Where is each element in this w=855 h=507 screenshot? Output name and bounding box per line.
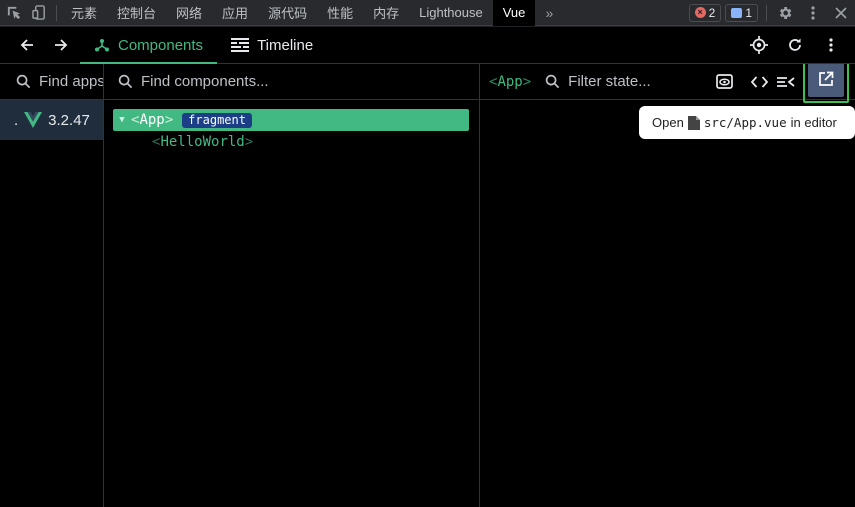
- components-icon: [95, 39, 109, 52]
- component-breadcrumb[interactable]: <App>: [489, 74, 531, 90]
- state-filter-row[interactable]: Filter state...: [545, 73, 651, 90]
- refresh-icon[interactable]: [777, 27, 813, 64]
- more-tabs-button[interactable]: »: [535, 0, 563, 26]
- scroll-to-component-eye-icon[interactable]: [707, 64, 742, 100]
- app-list-item[interactable]: . 3.2.47: [0, 100, 103, 140]
- tab-memory[interactable]: 内存: [363, 0, 409, 26]
- device-toggle-icon[interactable]: [26, 0, 52, 26]
- app-item-prefix: .: [14, 111, 19, 129]
- inspect-dom-icon[interactable]: [777, 64, 803, 100]
- apps-search-input[interactable]: Find apps...: [39, 73, 103, 90]
- state-tool-icons: [707, 64, 855, 103]
- divider: [766, 4, 767, 21]
- back-arrow-icon[interactable]: [10, 27, 44, 64]
- open-in-editor-tooltip: Open src/App.vue in editor: [639, 106, 855, 139]
- devtools-window: 元素 控制台 网络 应用 源代码 性能 内存 Lighthouse Vue » …: [0, 0, 855, 507]
- tab-components[interactable]: Components: [80, 27, 218, 64]
- tab-sources[interactable]: 源代码: [258, 0, 317, 26]
- state-filter-input[interactable]: Filter state...: [568, 73, 651, 90]
- apps-pane: Find apps... . 3.2.47: [0, 64, 104, 507]
- tab-application[interactable]: 应用: [212, 0, 258, 26]
- inspect-element-icon[interactable]: [0, 0, 26, 26]
- search-icon: [545, 74, 560, 89]
- code-icon[interactable]: [742, 64, 777, 100]
- file-icon: [687, 115, 700, 130]
- timeline-icon: [231, 38, 250, 52]
- error-count: 2: [708, 5, 716, 20]
- component-tree: ▼ < App > fragment < HelloWorld >: [104, 100, 479, 153]
- apps-search-row[interactable]: Find apps...: [0, 64, 103, 100]
- tooltip-file-path: src/App.vue: [703, 115, 787, 130]
- nav-right-controls: [741, 27, 855, 64]
- message-icon: [731, 7, 743, 18]
- components-search-row[interactable]: Find components...: [104, 64, 479, 100]
- divider: [56, 4, 57, 21]
- vue-devtools-nav: Components Timeline: [0, 27, 855, 64]
- tab-lighthouse[interactable]: Lighthouse: [409, 0, 493, 26]
- tooltip-open-label: Open: [652, 115, 684, 130]
- forward-arrow-icon[interactable]: [44, 27, 78, 64]
- message-count: 1: [745, 5, 752, 20]
- vue-logo-icon: [24, 112, 43, 128]
- tooltip-suffix: in editor: [790, 115, 837, 130]
- tab-timeline[interactable]: Timeline: [217, 27, 327, 64]
- tab-vue[interactable]: Vue: [492, 0, 536, 26]
- error-icon: ×: [694, 7, 706, 18]
- tab-timeline-label: Timeline: [257, 36, 314, 54]
- vue-version: 3.2.47: [48, 111, 90, 129]
- more-options-icon[interactable]: [799, 0, 827, 26]
- state-toolbar: <App> Filter state...: [480, 64, 855, 103]
- select-component-target-icon[interactable]: [741, 27, 777, 64]
- component-name: App: [139, 112, 165, 128]
- message-count-badge[interactable]: 1: [725, 3, 758, 22]
- tree-node-helloworld[interactable]: < HelloWorld >: [113, 131, 469, 153]
- close-icon[interactable]: [827, 0, 855, 26]
- devtools-right-controls: × 2 1: [688, 0, 855, 26]
- search-icon: [118, 74, 133, 89]
- error-count-badge[interactable]: × 2: [688, 3, 722, 22]
- devtools-tab-bar: 元素 控制台 网络 应用 源代码 性能 内存 Lighthouse Vue » …: [0, 0, 855, 26]
- component-tree-pane: Find components... ▼ < App > fragment < Hel…: [104, 64, 480, 507]
- open-in-editor-button[interactable]: [803, 64, 849, 103]
- tab-network[interactable]: 网络: [166, 0, 212, 26]
- more-vertical-icon[interactable]: [813, 27, 849, 64]
- tab-performance[interactable]: 性能: [317, 0, 363, 26]
- fragment-badge: fragment: [182, 112, 252, 128]
- component-name: HelloWorld: [160, 134, 245, 150]
- tree-node-app[interactable]: ▼ < App > fragment: [113, 109, 469, 131]
- collapse-caret-icon[interactable]: ▼: [113, 115, 131, 125]
- tab-console[interactable]: 控制台: [107, 0, 166, 26]
- settings-gear-icon[interactable]: [771, 0, 799, 26]
- tab-components-label: Components: [118, 36, 204, 54]
- tab-elements[interactable]: 元素: [61, 0, 107, 26]
- open-external-icon: [819, 71, 834, 86]
- components-search-input[interactable]: Find components...: [141, 73, 269, 90]
- search-icon: [16, 74, 31, 89]
